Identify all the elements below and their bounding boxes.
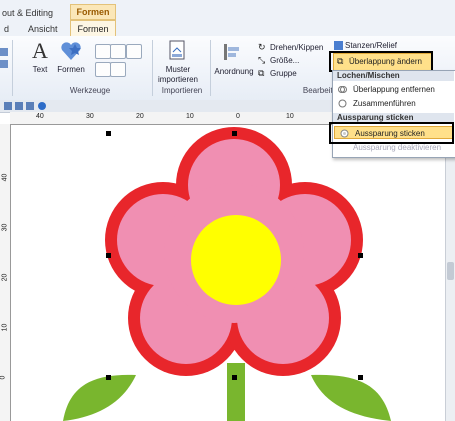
muster-button-line1[interactable]: Muster — [150, 65, 206, 74]
menu-item-ueberlappung-entfernen[interactable]: Überlappung entfernen — [333, 83, 454, 96]
group-icon: ⧉ — [258, 68, 265, 78]
ruler-label: 20 — [136, 113, 144, 120]
groesse-button[interactable]: Größe... — [270, 56, 299, 65]
group-werkzeuge: Werkzeuge — [69, 86, 111, 95]
stem — [227, 363, 245, 421]
group-importieren: Importieren — [161, 86, 203, 95]
tab-formen[interactable]: Formen — [70, 20, 116, 37]
resize-icon: ⤡ — [258, 55, 266, 65]
pan-hand-icon[interactable] — [95, 62, 111, 77]
highlight-box-aussparung — [329, 122, 454, 144]
gruppe-button[interactable]: Gruppe — [270, 69, 297, 78]
rotate-icon: ↻ — [258, 42, 266, 52]
ruler-label: 0 — [236, 113, 240, 120]
ruler-label: 30 — [1, 223, 9, 232]
import-pattern-icon[interactable] — [168, 40, 188, 62]
zoom-percent-icon[interactable] — [126, 44, 142, 59]
ribbon-tab-bar: out & Editing d Ansicht Formen Formen — [0, 0, 455, 37]
menu-header-lochen: Lochen/Mischen — [333, 71, 454, 81]
merge-icon — [338, 99, 347, 108]
zoom-in-icon[interactable] — [95, 44, 111, 59]
ruler-label: 10 — [186, 113, 194, 120]
scrollbar-thumb[interactable] — [447, 262, 454, 280]
tab-d[interactable]: d — [4, 24, 9, 34]
left-leaf — [63, 374, 136, 421]
help-icon[interactable] — [38, 102, 46, 110]
right-leaf — [311, 374, 391, 421]
view-icon-3[interactable] — [26, 102, 34, 110]
remove-overlap-icon — [338, 86, 347, 93]
menu-item-label: Überlappung entfernen — [353, 85, 435, 94]
vertical-scrollbar[interactable] — [445, 112, 455, 421]
vertical-ruler: 40 30 20 10 0 — [0, 124, 11, 421]
ruler-label: 20 — [1, 273, 9, 282]
menu-item-label: Zusammenführen — [353, 99, 416, 108]
text-icon[interactable]: A — [30, 40, 50, 62]
tab-layout-editing[interactable]: out & Editing — [2, 8, 53, 18]
zoom-out-icon[interactable] — [110, 44, 126, 59]
highlight-box-ueberlappung — [329, 51, 433, 72]
flower-center — [191, 215, 281, 305]
ruler-label: 0 — [0, 375, 7, 380]
view-icon-2[interactable] — [15, 102, 23, 110]
arrange-icon[interactable] — [222, 42, 242, 62]
ruler-label: 30 — [86, 113, 94, 120]
flower-design — [63, 127, 391, 421]
ruler-label: 10 — [1, 323, 9, 332]
view-icon-1[interactable] — [4, 102, 12, 110]
measure-icon[interactable] — [110, 62, 126, 77]
design-canvas[interactable] — [11, 125, 445, 421]
clipped-tool-icon[interactable] — [0, 44, 10, 74]
ruler-label: 10 — [286, 113, 294, 120]
menu-item-zusammenfuehren[interactable]: Zusammenführen — [333, 97, 454, 110]
svg-text:A: A — [32, 40, 48, 62]
ruler-label: 40 — [36, 113, 44, 120]
overlap-dropdown-menu: Lochen/Mischen Überlappung entfernen Zus… — [332, 70, 455, 158]
drehen-button[interactable]: Drehen/Kippen — [270, 43, 323, 52]
muster-button-line2[interactable]: importieren — [150, 75, 206, 84]
ruler-label: 40 — [1, 173, 9, 182]
anordnung-button[interactable]: Anordnung — [212, 67, 256, 76]
stanzen-button[interactable]: Stanzen/Relief — [345, 41, 397, 50]
heart-shape-icon[interactable] — [60, 40, 82, 62]
menu-item-label: Aussparung deaktivieren — [353, 143, 442, 152]
tab-ansicht[interactable]: Ansicht — [28, 24, 58, 34]
formen-button[interactable]: Formen — [56, 65, 86, 74]
text-button[interactable]: Text — [28, 65, 52, 74]
context-tab-header: Formen — [70, 4, 116, 20]
stamp-icon — [334, 41, 343, 50]
